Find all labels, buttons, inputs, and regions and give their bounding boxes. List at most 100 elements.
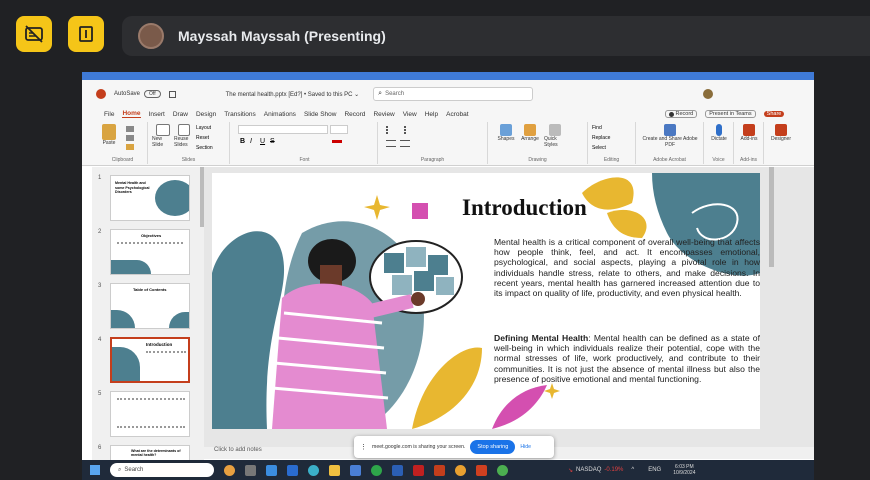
menu-file[interactable]: File <box>104 111 114 118</box>
current-slide[interactable]: Introduction Mental health is a critical… <box>212 173 760 429</box>
find-button[interactable]: Find <box>592 125 602 131</box>
layout-button[interactable]: Layout <box>196 125 211 131</box>
format-painter-icon[interactable] <box>126 144 134 150</box>
language-indicator[interactable]: ENG <box>648 467 661 473</box>
paste-icon <box>102 124 116 140</box>
chrome-icon[interactable] <box>455 464 466 476</box>
slide-thumbnail-3[interactable]: Table of Contents <box>110 283 190 329</box>
ppt-menu-bar: File Home Insert Draw Design Transitions… <box>82 108 814 120</box>
flowers-widget-icon[interactable] <box>224 464 235 476</box>
office-icon[interactable] <box>476 464 487 476</box>
paste-button[interactable]: Paste <box>102 124 116 146</box>
autosave-toggle[interactable]: Off <box>144 90 161 98</box>
powerpoint-icon[interactable] <box>434 464 445 476</box>
presenter-bar: Mayssah Mayssah (Presenting) <box>122 16 870 56</box>
stop-sharing-button[interactable]: Stop sharing <box>470 440 516 454</box>
whatsapp-icon[interactable] <box>371 464 382 476</box>
microphone-icon <box>716 124 722 136</box>
font-name-select[interactable] <box>238 125 328 134</box>
menu-record[interactable]: Record <box>344 111 365 118</box>
acrobat-icon[interactable] <box>413 464 424 476</box>
task-view-icon[interactable] <box>245 464 256 476</box>
present-button[interactable] <box>68 16 104 52</box>
ribbon-group-acrobat: Create and Share Adobe PDF Adobe Acrobat <box>636 122 704 164</box>
arrange-button[interactable]: Arrange <box>518 124 542 142</box>
italic-button[interactable]: I <box>250 138 252 145</box>
menu-review[interactable]: Review <box>373 111 394 118</box>
file-title[interactable]: The mental health.pptx [Ed?] • Saved to … <box>226 91 360 98</box>
clock[interactable]: 6:03 PM 10/9/2024 <box>673 464 695 476</box>
slide-thumbnail-2[interactable]: Objectives <box>110 229 190 275</box>
slide-paragraph-2[interactable]: Defining Mental Health: Mental health ca… <box>494 333 760 384</box>
thumb-blob <box>112 347 140 381</box>
chrome-icon-2[interactable] <box>497 464 508 476</box>
designer-button[interactable]: Designer <box>768 124 794 142</box>
windows-start-icon[interactable] <box>90 465 100 475</box>
tray-chevron-icon[interactable]: ^ <box>631 467 634 473</box>
menu-help[interactable]: Help <box>425 111 438 118</box>
copy-icon[interactable] <box>126 135 134 141</box>
ppt-search-box[interactable]: ⌕ Search <box>373 87 534 101</box>
word-icon[interactable] <box>392 464 403 476</box>
slide-thumbnail-1[interactable]: Mental Health and some Psychological Dis… <box>110 175 190 221</box>
edge-icon[interactable] <box>308 464 319 476</box>
cut-icon[interactable] <box>126 126 134 132</box>
share-button[interactable]: Share <box>763 111 785 117</box>
menu-home[interactable]: Home <box>122 110 141 118</box>
addins-button[interactable]: Add-ins <box>737 124 761 142</box>
select-button[interactable]: Select <box>592 145 606 151</box>
file-explorer-icon[interactable] <box>329 464 340 476</box>
shapes-button[interactable]: Shapes <box>494 124 518 142</box>
create-share-pdf-button[interactable]: Create and Share Adobe PDF <box>640 124 700 148</box>
reuse-slides-button[interactable]: Reuse Slides <box>174 124 194 148</box>
thumb-title: Table of Contents <box>133 287 167 292</box>
menu-slide-show[interactable]: Slide Show <box>304 111 337 118</box>
slide-title[interactable]: Introduction <box>462 195 587 221</box>
slide-thumbnail-4[interactable]: Introduction <box>110 337 190 383</box>
strikethrough-button[interactable]: S <box>270 138 275 145</box>
align-left-icon[interactable] <box>386 140 396 147</box>
menu-transitions[interactable]: Transitions <box>224 111 256 118</box>
windows-app-icon[interactable] <box>266 464 277 476</box>
captions-off-button[interactable] <box>16 16 52 52</box>
new-slide-button[interactable]: New Slide <box>152 124 174 148</box>
menu-insert[interactable]: Insert <box>149 111 165 118</box>
menu-design[interactable]: Design <box>196 111 216 118</box>
taskbar-search[interactable]: ⌕ Search <box>110 463 214 477</box>
replace-button[interactable]: Replace <box>592 135 610 141</box>
font-color-icon[interactable] <box>332 140 342 143</box>
align-center-icon[interactable] <box>400 140 410 147</box>
dictate-button[interactable]: Dictate <box>707 124 731 142</box>
mail-icon[interactable] <box>287 464 298 476</box>
menu-draw[interactable]: Draw <box>173 111 188 118</box>
stock-widget[interactable]: ↘ NASDAQ -0.19% <box>568 467 623 474</box>
menu-acrobat[interactable]: Acrobat <box>446 111 468 118</box>
present-in-teams-button[interactable]: Present in Teams <box>705 110 756 118</box>
store-icon[interactable] <box>350 464 361 476</box>
underline-button[interactable]: U <box>260 138 265 145</box>
bullets-icon[interactable] <box>386 126 398 134</box>
thumb-blob <box>155 180 189 216</box>
account-avatar[interactable] <box>703 89 714 99</box>
menu-view[interactable]: View <box>403 111 417 118</box>
stock-down-icon: ↘ <box>568 467 574 474</box>
save-icon[interactable] <box>168 90 176 98</box>
ribbon-group-font: B I U S Font <box>232 122 378 164</box>
clock-date: 10/9/2024 <box>673 470 696 476</box>
ribbon-label-paragraph: Paragraph <box>420 157 445 163</box>
record-button[interactable]: Record <box>664 110 698 118</box>
ribbon-group-editing: Find Replace Select Editing <box>588 122 636 164</box>
slide-paragraph-1[interactable]: Mental health is a critical component of… <box>494 237 760 298</box>
numbering-icon[interactable] <box>404 126 416 134</box>
font-size-select[interactable] <box>330 125 348 134</box>
reset-button[interactable]: Reset <box>196 135 209 141</box>
hide-button[interactable]: Hide <box>520 444 531 450</box>
slide-scrollbar[interactable] <box>769 167 774 267</box>
drag-handle-icon[interactable]: ⋮ <box>360 443 367 451</box>
slide-thumbnail-5[interactable] <box>110 391 190 437</box>
quick-styles-button[interactable]: Quick Styles <box>544 124 566 148</box>
section-button[interactable]: Section <box>196 145 213 151</box>
menu-animations[interactable]: Animations <box>264 111 296 118</box>
bold-button[interactable]: B <box>240 138 245 145</box>
thumb-number: 5 <box>98 391 102 397</box>
